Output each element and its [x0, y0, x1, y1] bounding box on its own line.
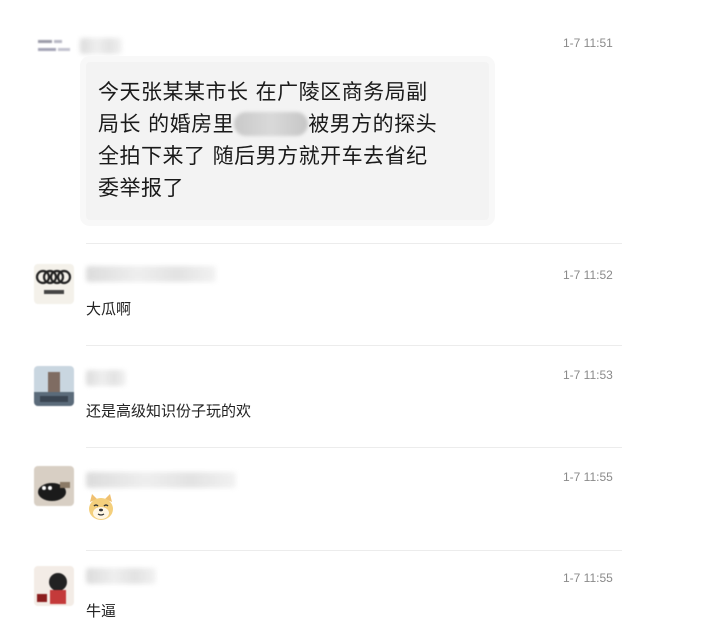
avatar[interactable] — [34, 366, 74, 406]
message-text-line: 今天张某某市长 在广陵区商务局副 — [98, 80, 428, 104]
message-text-line: 局长 的婚房里 被男方的探头 — [98, 112, 438, 136]
divider — [86, 550, 622, 551]
doge-emoji-icon — [86, 492, 116, 522]
avatar[interactable] — [34, 34, 78, 62]
avatar[interactable] — [34, 264, 74, 304]
divider — [86, 345, 622, 346]
avatar[interactable] — [34, 466, 74, 506]
divider — [86, 243, 622, 244]
message-text: 还是高级知识份子玩的欢 — [86, 402, 252, 420]
avatar[interactable] — [34, 566, 74, 606]
message-text: 牛逼 — [86, 602, 117, 620]
message-text: 大瓜啊 — [86, 300, 132, 318]
message-timestamp: 1-7 11:52 — [563, 268, 613, 282]
message-text: 今天张某某市长 在广陵区商务局副 局长 的婚房里 被男方的探头 全拍下来了 随后男… — [98, 76, 478, 204]
message-timestamp: 1-7 11:55 — [563, 571, 613, 585]
message-text-line: 全拍下来了 随后男方就开车去省纪 — [98, 144, 428, 168]
sender-name-redacted — [86, 568, 156, 584]
redacted-text — [234, 112, 309, 136]
chat-thread: 1-7 11:51 今天张某某市长 在广陵区商务局副 局长 的婚房里 被男方的探头… — [0, 0, 713, 639]
sender-name-redacted — [86, 370, 126, 386]
sender-name-redacted — [86, 266, 216, 282]
sender-name-redacted — [80, 38, 122, 54]
message-text-line: 委举报了 — [98, 176, 184, 200]
sender-name-redacted — [86, 472, 236, 488]
divider — [86, 447, 622, 448]
message-timestamp: 1-7 11:55 — [563, 470, 613, 484]
message-timestamp: 1-7 11:53 — [563, 368, 613, 382]
message-timestamp: 1-7 11:51 — [563, 36, 613, 50]
message-bubble[interactable]: 今天张某某市长 在广陵区商务局副 局长 的婚房里 被男方的探头 全拍下来了 随后男… — [86, 62, 489, 220]
